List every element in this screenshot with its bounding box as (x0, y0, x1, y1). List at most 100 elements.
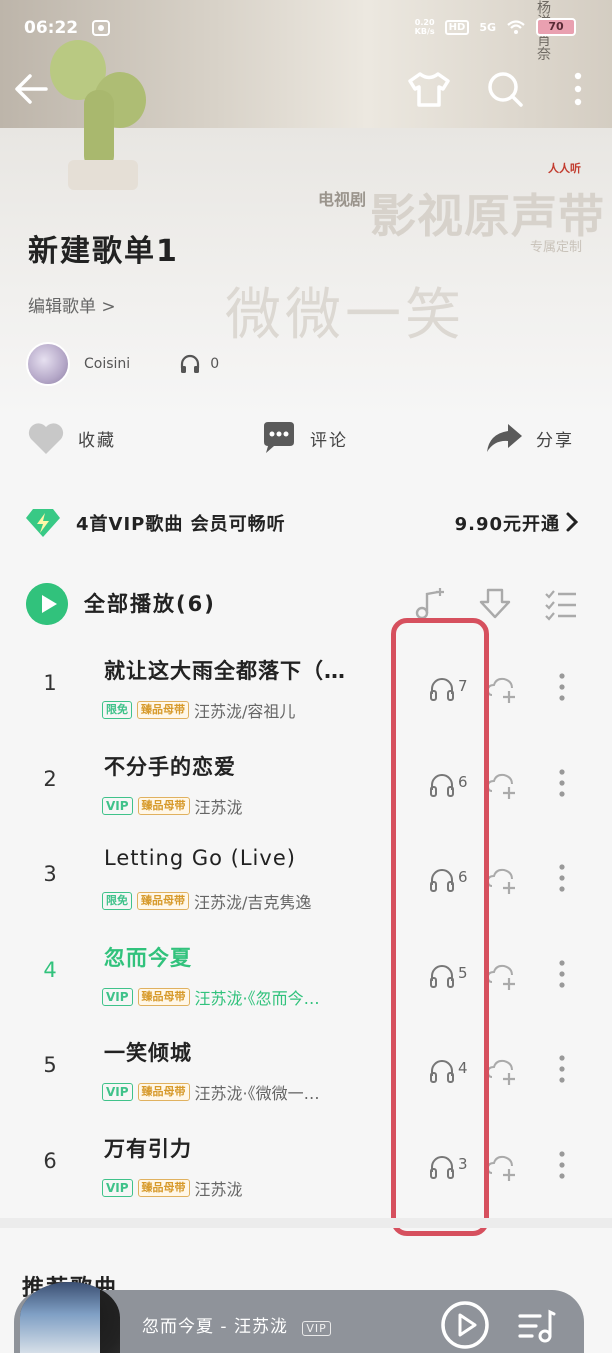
network-speed: 0.20 KB/s (415, 18, 435, 36)
play-pause-button[interactable] (440, 1300, 490, 1350)
song-index: 1 (43, 671, 57, 695)
free-tag: 限免 (102, 701, 132, 719)
add-to-cloud-icon[interactable] (486, 769, 518, 801)
song-artist: 汪苏泷·《微微一… (194, 1084, 320, 1103)
vip-tag: VIP (102, 797, 133, 815)
poster-brand: 人人听 (548, 162, 581, 175)
vip-tag: VIP (102, 1083, 133, 1101)
add-to-cloud-icon[interactable] (486, 673, 518, 705)
song-index: 2 (43, 767, 57, 791)
add-to-cloud-icon[interactable] (486, 1151, 518, 1183)
chevron-right-icon (566, 512, 579, 532)
song-meta: VIP 臻品母带 汪苏泷·《忽而今… (102, 984, 377, 1010)
master-quality-tag: 臻品母带 (137, 797, 190, 815)
status-time: 06:22 (24, 18, 79, 38)
song-artist: 汪苏泷/容祖儿 (194, 702, 296, 721)
song-more-icon[interactable] (550, 669, 574, 705)
add-to-cloud-icon[interactable] (486, 960, 518, 992)
heart-icon (28, 423, 64, 454)
master-quality-tag: 臻品母带 (137, 1179, 190, 1197)
now-playing-info[interactable]: 忽而今夏 - 汪苏泷 VIP (142, 1312, 331, 1337)
song-row[interactable]: 3 Letting Go (Live) 限免 臻品母带 汪苏泷/吉克隽逸 6 (0, 832, 612, 927)
back-arrow-icon[interactable] (10, 68, 52, 110)
section-divider (0, 1218, 612, 1228)
playlist-title: 新建歌单1 (28, 234, 179, 269)
hd-voice-icon: HD (444, 19, 470, 35)
album-art (20, 1282, 100, 1353)
comment-bubble-icon (264, 422, 294, 453)
download-icon[interactable] (478, 586, 512, 622)
poster-custom-label: 专属定制 (530, 240, 583, 255)
more-options-icon[interactable] (562, 68, 594, 110)
add-to-cloud-icon[interactable] (486, 1055, 518, 1087)
song-index: 5 (43, 1053, 57, 1077)
song-row[interactable]: 1 就让这大雨全都落下（… 限免 臻品母带 汪苏泷/容祖儿 7 (0, 641, 612, 736)
song-row[interactable]: 6 万有引力 VIP 臻品母带 汪苏泷 3 (0, 1119, 612, 1214)
song-more-icon[interactable] (550, 860, 574, 896)
master-quality-tag: 臻品母带 (137, 701, 189, 719)
share-button[interactable]: 分享 (484, 418, 574, 458)
song-index: 6 (43, 1149, 57, 1173)
favorite-label: 收藏 (78, 430, 116, 451)
song-artist: 汪苏泷/吉克隽逸 (194, 893, 312, 912)
add-to-cloud-icon[interactable] (486, 864, 518, 896)
song-row[interactable]: 5 一笑倾城 VIP 臻品母带 汪苏泷·《微微一… 4 (0, 1023, 612, 1118)
poster-script-text: 微微一笑 (225, 283, 465, 348)
song-meta: VIP 臻品母带 汪苏泷 (102, 1175, 377, 1201)
search-icon[interactable] (484, 68, 526, 110)
status-indicators: 0.20 KB/s HD 5G 70 (415, 18, 576, 36)
playlist-queue-icon[interactable] (516, 1306, 556, 1346)
creator-row[interactable]: Coisini 0 (26, 342, 219, 386)
now-playing-title: 忽而今夏 - 汪苏泷 (142, 1317, 288, 1337)
vip-promo-text: 4首VIP歌曲 会员可畅听 (76, 514, 286, 535)
comment-button[interactable]: 评论 (260, 418, 348, 458)
avatar[interactable] (26, 342, 70, 386)
vip-badge: VIP (302, 1321, 331, 1336)
song-meta: VIP 臻品母带 汪苏泷 (102, 793, 377, 819)
master-quality-tag: 臻品母带 (137, 1083, 190, 1101)
song-row-now-playing[interactable]: 4 忽而今夏 VIP 臻品母带 汪苏泷·《忽而今… 5 (0, 928, 612, 1023)
song-index: 4 (43, 958, 57, 982)
song-title: 不分手的恋爱 (104, 755, 236, 779)
vip-price-button[interactable]: 9.90元开通 (455, 510, 560, 536)
song-more-icon[interactable] (550, 1051, 574, 1087)
song-artist: 汪苏泷·《忽而今… (194, 989, 320, 1008)
song-artist: 汪苏泷 (194, 1180, 243, 1199)
comment-label: 评论 (310, 430, 348, 451)
song-title: 万有引力 (104, 1137, 192, 1161)
share-arrow-icon (487, 424, 522, 452)
free-tag: 限免 (102, 892, 132, 910)
song-title: 一笑倾城 (104, 1041, 192, 1065)
favorite-button[interactable]: 收藏 (26, 418, 116, 458)
add-music-icon[interactable] (412, 586, 446, 622)
edit-playlist-link[interactable]: 编辑歌单 > (28, 292, 116, 317)
battery-icon: 70 (536, 18, 576, 36)
song-row[interactable]: 2 不分手的恋爱 VIP 臻品母带 汪苏泷 6 (0, 737, 612, 832)
signal-icon: 5G (479, 20, 496, 34)
song-more-icon[interactable] (550, 1147, 574, 1183)
share-label: 分享 (536, 430, 574, 451)
vip-promo-bar[interactable]: 4首VIP歌曲 会员可畅听 9.90元开通 (24, 500, 584, 546)
poster-title: 影视原声带 (370, 189, 605, 243)
poster-small-label: 电视剧 (318, 190, 367, 209)
song-title: Letting Go (Live) (104, 846, 296, 870)
song-more-icon[interactable] (550, 956, 574, 992)
wifi-icon (507, 20, 525, 34)
now-playing-cover[interactable] (20, 1282, 120, 1353)
song-more-icon[interactable] (550, 765, 574, 801)
song-artist: 汪苏泷 (194, 798, 243, 817)
multi-select-icon[interactable] (544, 586, 578, 622)
listen-count: 0 (210, 356, 220, 372)
play-all-button[interactable] (26, 583, 68, 625)
vip-diamond-icon (26, 509, 60, 537)
creator-name[interactable]: Coisini (84, 356, 130, 372)
song-meta: 限免 臻品母带 汪苏泷/吉克隽逸 (102, 888, 377, 914)
play-count-highlight-box (391, 618, 489, 1236)
play-all-label[interactable]: 全部播放(6) (84, 588, 216, 618)
theme-skin-icon[interactable] (406, 68, 452, 110)
vip-tag: VIP (102, 988, 133, 1006)
network-speed-unit: KB/s (414, 27, 435, 36)
network-speed-value: 0.20 (414, 18, 435, 27)
vip-tag: VIP (102, 1179, 133, 1197)
master-quality-tag: 臻品母带 (137, 892, 189, 910)
